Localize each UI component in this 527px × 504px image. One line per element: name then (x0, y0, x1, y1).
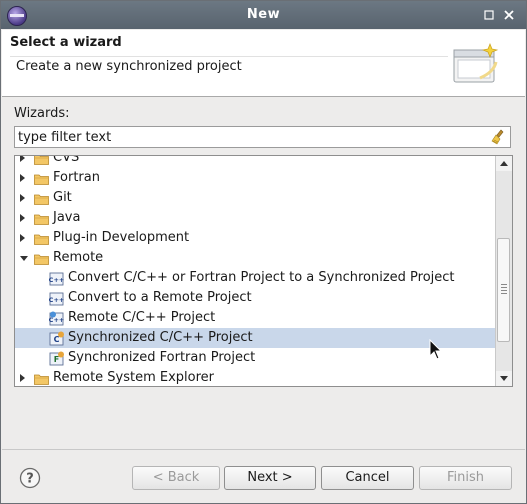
button-bar-divider (2, 449, 525, 450)
sync-fortran-project-icon: F (49, 351, 64, 366)
maximize-icon[interactable] (483, 9, 495, 21)
svg-text:F: F (54, 355, 59, 364)
folder-icon (34, 232, 49, 245)
scroll-down-button[interactable] (496, 371, 512, 386)
wizards-label: Wizards: (14, 106, 70, 121)
folder-icon (34, 372, 49, 385)
svg-text:C++: C++ (49, 276, 64, 284)
tree-category[interactable]: Remote (15, 248, 497, 268)
filter-input[interactable] (18, 129, 478, 145)
tree-item-label: Remote System Explorer (53, 370, 215, 385)
folder-icon (34, 192, 49, 205)
collapse-arrow-icon[interactable] (20, 256, 28, 261)
svg-text:C++: C++ (49, 296, 64, 304)
close-icon[interactable] (503, 9, 515, 21)
window-title: New (246, 7, 281, 22)
tree-wizard-item[interactable]: C++ Convert C/C++ or Fortran Project to a… (15, 268, 497, 288)
expand-arrow-icon[interactable] (20, 174, 25, 182)
svg-text:C++: C++ (49, 316, 64, 324)
filter-field[interactable] (14, 126, 511, 148)
page-description: Create a new synchronized project (10, 56, 448, 92)
folder-icon (34, 212, 49, 225)
tree-wizard-item[interactable]: C Synchronized C/C++ Project (15, 328, 497, 348)
new-wizard-banner-icon (450, 38, 502, 88)
tree-wizard-item[interactable]: F Synchronized Fortran Project (15, 348, 497, 368)
tree-item-label: Convert to a Remote Project (68, 290, 252, 305)
wizard-header: Select a wizard Create a new synchronize… (2, 30, 525, 97)
tree-wizard-item[interactable]: C++ Remote C/C++ Project (15, 308, 497, 328)
tree-category[interactable]: CVS (15, 155, 497, 168)
page-title: Select a wizard (10, 35, 122, 50)
folder-icon (34, 172, 49, 185)
title-bar[interactable]: New (1, 1, 526, 29)
wizard-tree-rows: CVS Fortran Git Java Plug-in Development Remo… (15, 155, 497, 386)
tree-item-label: Convert C/C++ or Fortran Project to a Sy… (68, 270, 455, 285)
tree-item-label: Synchronized C/C++ Project (68, 330, 253, 345)
tree-item-label: Synchronized Fortran Project (68, 350, 256, 365)
help-icon[interactable]: ? (19, 467, 41, 489)
scroll-up-button[interactable] (496, 156, 512, 171)
remote-c-project-icon: C++ (49, 311, 64, 326)
tree-category[interactable]: Git (15, 188, 497, 208)
clear-filter-icon[interactable] (491, 129, 507, 145)
tree-item-label: CVS (53, 155, 80, 165)
tree-item-label: Remote (53, 250, 104, 265)
cancel-button[interactable]: Cancel (321, 466, 414, 490)
sync-c-project-icon: C (49, 331, 64, 346)
tree-category[interactable]: Remote System Explorer (15, 368, 497, 386)
tree-category[interactable]: Java (15, 208, 497, 228)
tree-item-label: Fortran (53, 170, 100, 185)
expand-arrow-icon[interactable] (20, 214, 25, 222)
tree-item-label: Plug-in Development (53, 230, 190, 245)
expand-arrow-icon[interactable] (20, 156, 25, 162)
convert-c-project-icon: C++ (49, 291, 64, 306)
expand-arrow-icon[interactable] (20, 374, 25, 382)
tree-wizard-item[interactable]: C++ Convert to a Remote Project (15, 288, 497, 308)
tree-category[interactable]: Fortran (15, 168, 497, 188)
finish-button[interactable]: Finish (419, 466, 512, 490)
svg-text:?: ? (26, 472, 34, 487)
next-button[interactable]: Next > (224, 466, 316, 490)
back-button[interactable]: < Back (132, 466, 220, 490)
tree-item-label: Git (53, 190, 72, 205)
mouse-cursor (429, 338, 443, 361)
scroll-thumb[interactable] (497, 238, 510, 342)
new-wizard-dialog: New Select a wizard Create a new synchro… (0, 0, 527, 504)
tree-item-label: Java (53, 210, 81, 225)
tree-category[interactable]: Plug-in Development (15, 228, 497, 248)
tree-scrollbar[interactable] (495, 156, 512, 386)
convert-c-project-icon: C++ (49, 271, 64, 286)
folder-icon (34, 252, 49, 265)
folder-icon (34, 156, 49, 165)
tree-item-label: Remote C/C++ Project (68, 310, 216, 325)
expand-arrow-icon[interactable] (20, 234, 25, 242)
expand-arrow-icon[interactable] (20, 194, 25, 202)
